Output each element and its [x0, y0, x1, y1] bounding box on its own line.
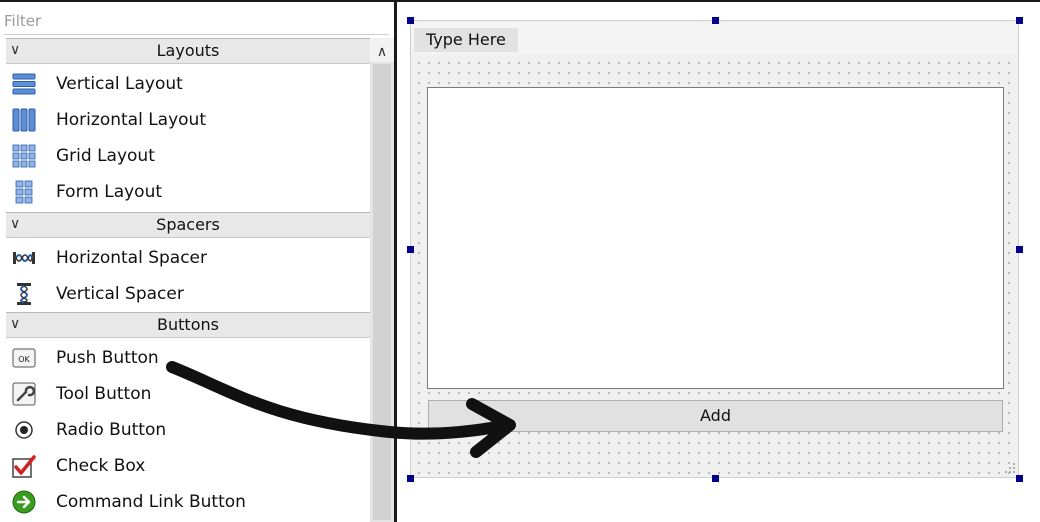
- vertical-layout-icon: [12, 73, 36, 95]
- widget-item-check-box[interactable]: Check Box: [6, 448, 370, 484]
- item-label: Push Button: [56, 348, 159, 368]
- selection-handle-left[interactable]: [407, 246, 414, 253]
- selection-handle-top[interactable]: [712, 17, 719, 24]
- selection-handle-bottom-right[interactable]: [1016, 475, 1023, 482]
- vertical-spacer-icon: [17, 283, 31, 305]
- horizontal-layout-icon: [12, 108, 36, 132]
- widget-list-scrollbar[interactable]: ∧: [370, 38, 394, 522]
- selection-handle-top-left[interactable]: [407, 17, 414, 24]
- category-label: Spacers: [156, 215, 220, 234]
- filter-input[interactable]: Filter: [4, 6, 389, 36]
- item-label: Horizontal Layout: [56, 110, 206, 130]
- item-label: Check Box: [56, 456, 146, 476]
- widget-item-push-button[interactable]: OK Push Button: [6, 340, 370, 376]
- category-buttons[interactable]: ∨ Buttons: [6, 312, 370, 338]
- radio-button-icon: [15, 421, 33, 439]
- add-button[interactable]: Add: [428, 400, 1003, 432]
- tool-button-icon: [12, 382, 36, 406]
- widget-item-command-link-button[interactable]: Command Link Button: [6, 484, 370, 520]
- selection-handle-top-right[interactable]: [1016, 17, 1023, 24]
- form-layout-icon: [15, 180, 33, 204]
- resize-grip-icon[interactable]: [1002, 460, 1016, 474]
- push-button-icon: OK: [12, 348, 36, 368]
- item-label: Vertical Spacer: [56, 284, 184, 304]
- category-spacers[interactable]: ∨ Spacers: [6, 212, 370, 238]
- widget-item-grid-layout[interactable]: Grid Layout: [6, 138, 370, 174]
- check-box-icon: [12, 455, 36, 478]
- item-label: Radio Button: [56, 420, 167, 440]
- widget-list: ∨ Layouts Vertical Layout Horizontal Lay…: [6, 38, 370, 522]
- widget-item-tool-button[interactable]: Tool Button: [6, 376, 370, 412]
- widget-item-radio-button[interactable]: Radio Button: [6, 412, 370, 448]
- category-layouts[interactable]: ∨ Layouts: [6, 38, 370, 64]
- horizontal-spacer-icon: [13, 252, 35, 264]
- item-label: Command Link Button: [56, 492, 246, 512]
- item-label: Form Layout: [56, 182, 163, 202]
- filter-underline: [4, 34, 389, 35]
- selection-handle-bottom[interactable]: [712, 475, 719, 482]
- item-label: Vertical Layout: [56, 74, 183, 94]
- item-label: Grid Layout: [56, 146, 155, 166]
- menu-type-here[interactable]: Type Here: [414, 28, 518, 52]
- list-widget[interactable]: [427, 87, 1004, 389]
- push-button-icon-text: OK: [18, 355, 30, 364]
- selection-handle-right[interactable]: [1016, 246, 1023, 253]
- selection-handle-bottom-left[interactable]: [407, 475, 414, 482]
- item-label: Tool Button: [56, 384, 152, 404]
- item-label: Horizontal Spacer: [56, 248, 207, 268]
- widget-item-horizontal-spacer[interactable]: Horizontal Spacer: [6, 240, 370, 276]
- command-link-icon: [12, 490, 36, 514]
- grid-layout-icon: [12, 144, 36, 168]
- category-label: Layouts: [156, 41, 220, 60]
- category-label: Buttons: [157, 315, 219, 334]
- scrollbar-thumb[interactable]: [373, 64, 391, 520]
- widget-item-vertical-spacer[interactable]: Vertical Spacer: [6, 276, 370, 312]
- widget-item-form-layout[interactable]: Form Layout: [6, 174, 370, 210]
- chevron-up-icon[interactable]: ∧: [370, 38, 394, 62]
- widget-item-horizontal-layout[interactable]: Horizontal Layout: [6, 102, 370, 138]
- widget-item-vertical-layout[interactable]: Vertical Layout: [6, 66, 370, 102]
